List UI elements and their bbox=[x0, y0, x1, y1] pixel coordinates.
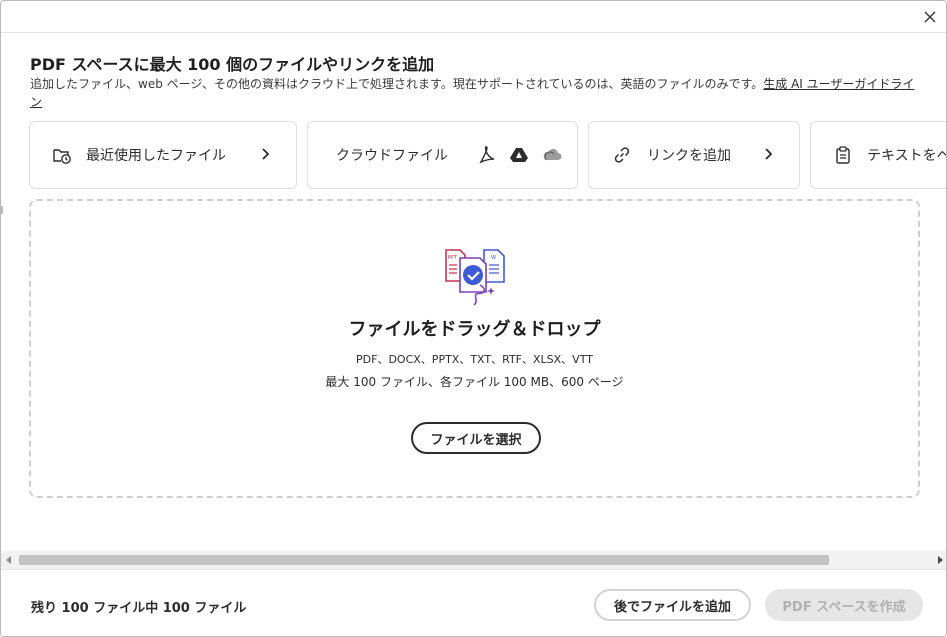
add-link-label: リンクを追加 bbox=[647, 148, 731, 164]
select-files-button[interactable]: ファイルを選択 bbox=[411, 422, 541, 454]
cloud-files-card[interactable]: クラウドファイル bbox=[307, 121, 578, 189]
file-upload-illustration: PPT W bbox=[443, 245, 509, 307]
file-limits: 最大 100 ファイル、各ファイル 100 MB、600 ページ bbox=[325, 375, 624, 389]
recent-files-icon bbox=[52, 146, 72, 164]
add-files-later-button[interactable]: 後でファイルを追加 bbox=[594, 589, 751, 621]
recent-files-card[interactable]: 最近使用したファイル bbox=[29, 121, 297, 189]
add-files-dialog: PDF スペースに最大 100 個のファイルやリンクを追加 追加したファイル、w… bbox=[0, 0, 947, 637]
dialog-subtitle: 追加したファイル、web ページ、その他の資料はクラウド上で処理されます。現在サ… bbox=[30, 75, 915, 111]
scroll-edge-marker bbox=[1, 206, 3, 214]
recent-files-label: 最近使用したファイル bbox=[86, 148, 226, 164]
acrobat-icon[interactable] bbox=[478, 146, 496, 164]
scroll-left-button[interactable] bbox=[1, 551, 17, 569]
google-drive-icon[interactable] bbox=[510, 147, 528, 163]
chevron-right-icon bbox=[260, 146, 270, 165]
close-icon bbox=[924, 11, 936, 23]
illustration-ppt-label: PPT bbox=[448, 255, 458, 261]
dialog-title-bar bbox=[1, 1, 946, 33]
subtitle-text: 追加したファイル、web ページ、その他の資料はクラウド上で処理されます。現在サ… bbox=[30, 77, 764, 91]
link-icon bbox=[613, 146, 631, 164]
chevron-right-icon bbox=[763, 146, 773, 165]
caret-right-icon bbox=[938, 556, 943, 564]
scroll-right-button[interactable] bbox=[932, 551, 946, 569]
caret-left-icon bbox=[6, 556, 11, 564]
supported-formats: PDF、DOCX、PPTX、TXT、RTF、XLSX、VTT bbox=[356, 353, 593, 366]
add-link-card[interactable]: リンクを追加 bbox=[588, 121, 800, 189]
create-pdf-space-button[interactable]: PDF スペースを作成 bbox=[765, 589, 923, 621]
remaining-files-count: 残り 100 ファイル中 100 ファイル bbox=[31, 601, 247, 616]
cloud-icon[interactable] bbox=[542, 148, 562, 162]
paste-text-label: テキストをペ bbox=[867, 148, 947, 164]
drop-zone-title: ファイルをドラッグ＆ドロップ bbox=[348, 319, 601, 340]
clipboard-icon bbox=[835, 146, 851, 164]
dialog-footer: 残り 100 ファイル中 100 ファイル 後でファイルを追加 PDF スペース… bbox=[1, 569, 946, 636]
file-drop-zone[interactable]: PPT W ファイルをドラッグ＆ドロップ PDF、DOCX、PPTX、TXT、R… bbox=[29, 199, 920, 498]
horizontal-scrollbar[interactable] bbox=[1, 551, 946, 569]
illustration-w-label: W bbox=[491, 255, 496, 261]
paste-text-card[interactable]: テキストをペ bbox=[810, 121, 947, 189]
source-cards: 最近使用したファイル クラウドファイル リンクを追加 テキストをペ bbox=[29, 121, 947, 189]
dialog-title: PDF スペースに最大 100 個のファイルやリンクを追加 bbox=[30, 55, 435, 74]
cloud-files-label: クラウドファイル bbox=[336, 148, 448, 164]
scrollbar-thumb[interactable] bbox=[19, 555, 829, 565]
close-button[interactable] bbox=[920, 7, 940, 27]
